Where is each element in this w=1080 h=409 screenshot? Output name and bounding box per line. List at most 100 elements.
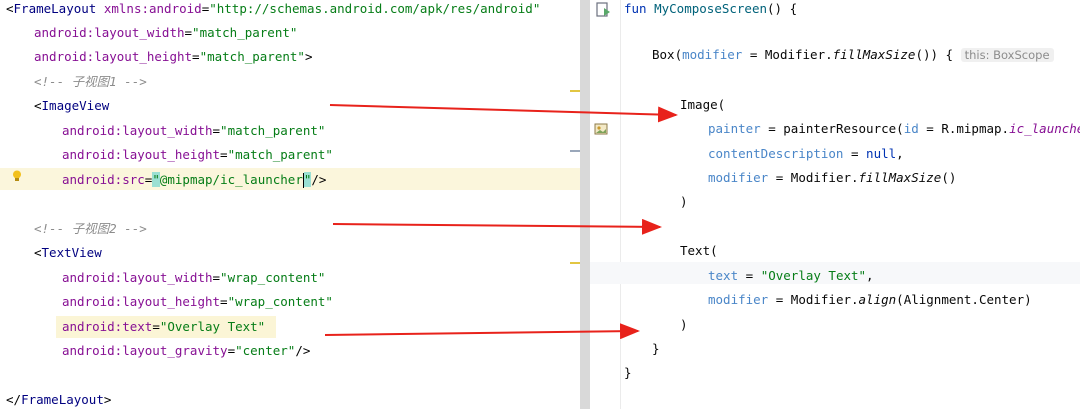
code-token: < [34, 245, 42, 260]
pane-divider[interactable] [580, 0, 590, 409]
kt-line[interactable]: Image( [680, 96, 725, 114]
xml-editor-pane[interactable]: <FrameLayout xmlns:android="http://schem… [0, 0, 580, 409]
run-preview-icon[interactable] [596, 2, 612, 18]
xml-line[interactable]: <ImageView [34, 97, 109, 115]
code-token: "http://schemas.android.com/apk/res/andr… [209, 1, 541, 16]
kt-line[interactable]: contentDescription = null, [708, 145, 904, 163]
code-token: ()) { [915, 47, 961, 62]
code-token: "@mipmap/ic_launcher" [152, 172, 312, 188]
scrollbar-marker[interactable] [570, 262, 580, 264]
xml-line[interactable]: android:layout_height="match_parent"> [34, 48, 312, 66]
kt-line[interactable]: Box(modifier = Modifier.fillMaxSize()) {… [652, 46, 1054, 64]
kt-line[interactable]: Text( [680, 242, 718, 260]
xml-line[interactable]: android:layout_height="match_parent" [62, 146, 333, 164]
code-token: } [624, 365, 632, 380]
kt-line[interactable]: } [652, 340, 660, 358]
code-token: TextView [41, 245, 102, 260]
code-token: = [212, 123, 221, 138]
code-token: android:layout_height [34, 49, 193, 64]
code-token: = [152, 319, 160, 334]
code-token: = [192, 49, 200, 64]
xml-line[interactable]: android:layout_width="wrap_content" [62, 269, 325, 287]
code-token: android:layout_width [34, 25, 185, 40]
code-token: android:text [62, 319, 153, 334]
compose-editor-pane[interactable]: fun MyComposeScreen() { Box(modifier = M… [590, 0, 1080, 409]
code-token: Box( [652, 47, 683, 62]
code-token: = Modifier. [768, 170, 859, 185]
scrollbar-marker[interactable] [570, 90, 580, 92]
kt-line[interactable]: fun MyComposeScreen() { [624, 0, 797, 18]
scrollbar-marker[interactable] [570, 150, 580, 152]
code-token: android:layout_height [62, 147, 221, 162]
image-preview-icon[interactable] [594, 122, 608, 136]
xml-line[interactable]: <TextView [34, 244, 102, 262]
code-token: () [941, 170, 957, 185]
code-token: ) [680, 317, 688, 332]
code-token: </ [6, 392, 22, 407]
code-token: "wrap_content" [227, 294, 333, 309]
code-token: <!-- 子视图1 --> [34, 74, 147, 89]
code-token: this: BoxScope [960, 48, 1054, 62]
brace-match-open: " [152, 172, 160, 187]
kt-line[interactable]: modifier = Modifier.align(Alignment.Cent… [708, 291, 1032, 309]
code-token: id [903, 121, 919, 136]
xml-line[interactable]: android:layout_height="wrap_content" [62, 293, 333, 311]
lightbulb-icon[interactable] [12, 170, 22, 182]
code-token: align [858, 292, 897, 307]
code-token: > [103, 392, 112, 407]
code-token: < [6, 1, 14, 16]
code-token: android:layout_width [62, 270, 213, 285]
code-token: = [738, 268, 761, 283]
code-token: > [304, 49, 313, 64]
code-token: /> [295, 343, 311, 358]
code-token: "Overlay Text" [159, 319, 266, 334]
code-token: "match_parent" [220, 123, 326, 138]
code-token: android:layout_width [62, 123, 213, 138]
code-token: "wrap_content" [220, 270, 326, 285]
code-token: ) [680, 194, 688, 209]
kt-line[interactable]: modifier = Modifier.fillMaxSize() [708, 169, 956, 187]
xml-line[interactable]: android:layout_width="match_parent" [62, 122, 325, 140]
xml-comment[interactable]: <!-- 子视图1 --> [34, 73, 147, 91]
kt-line[interactable]: } [624, 364, 632, 382]
code-token: painter [708, 121, 761, 136]
xml-line[interactable]: android:text="Overlay Text" [62, 318, 265, 336]
code-token: ImageView [41, 98, 110, 113]
xml-line[interactable]: android:layout_width="match_parent" [34, 24, 297, 42]
code-token: android:layout_height [62, 294, 221, 309]
gutter-separator [620, 0, 621, 409]
code-token: } [652, 341, 660, 356]
code-token: <!-- 子视图2 --> [34, 221, 147, 236]
xml-line-src[interactable]: android:src="@mipmap/ic_launcher"/> [62, 171, 326, 189]
code-token: "match_parent" [227, 147, 333, 162]
code-token: = Modifier. [768, 292, 859, 307]
xml-comment[interactable]: <!-- 子视图2 --> [34, 220, 147, 238]
kt-line[interactable]: painter = painterResource(id = R.mipmap.… [708, 120, 1080, 138]
code-token: null [866, 146, 897, 161]
code-token: fillMaxSize [858, 170, 942, 185]
code-token: = R.mipmap. [918, 121, 1010, 136]
code-token: = [184, 25, 193, 40]
code-token: FrameLayout [21, 392, 104, 407]
code-token: ic_launcher [1009, 121, 1080, 136]
code-token: android:src [62, 172, 145, 187]
code-token: = Modifier. [742, 47, 833, 62]
xml-line[interactable]: </FrameLayout> [6, 391, 111, 409]
code-token: android:layout_gravity [62, 343, 228, 358]
code-token: = [212, 270, 221, 285]
code-token: modifier [708, 292, 769, 307]
kt-line[interactable]: ) [680, 316, 688, 334]
kt-line[interactable]: text = "Overlay Text", [708, 267, 874, 285]
code-token: text [708, 268, 739, 283]
code-token: < [34, 98, 42, 113]
xml-line[interactable]: <FrameLayout xmlns:android="http://schem… [6, 0, 540, 18]
kt-line[interactable]: ) [680, 193, 688, 211]
code-token: "match_parent" [192, 25, 298, 40]
xml-line[interactable]: android:layout_gravity="center"/> [62, 342, 310, 360]
code-token: (Alignment.Center) [896, 292, 1032, 307]
code-token: () { [767, 1, 798, 16]
code-token: modifier [708, 170, 769, 185]
code-token: Image( [680, 97, 726, 112]
src-value: @mipmap/ic_launcher [159, 172, 303, 187]
code-token: fun [624, 1, 655, 16]
